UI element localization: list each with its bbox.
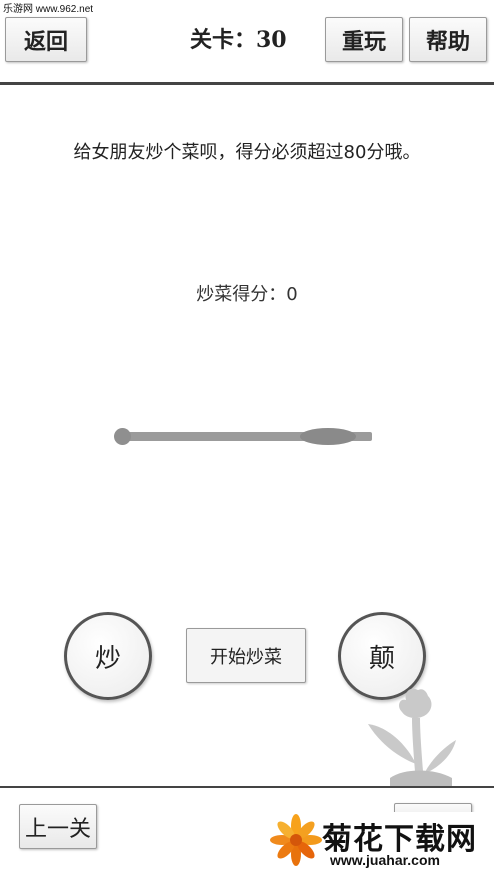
level-indicator: 关卡：30 <box>190 27 287 53</box>
replay-button[interactable]: 重玩 <box>325 17 403 62</box>
score-label: 炒菜得分： <box>196 284 287 305</box>
previous-level-button[interactable]: 上一关 <box>19 804 97 849</box>
site-watermark: 乐游网 www.962.net <box>3 4 94 15</box>
pan-food <box>300 428 356 445</box>
logo-url: www.juahar.com <box>330 852 440 868</box>
site-logo: 菊花下载网 www.juahar.com <box>270 812 494 871</box>
score-display: 炒菜得分：0 <box>0 280 494 306</box>
stir-button[interactable]: 炒 <box>64 612 152 700</box>
start-cooking-button[interactable]: 开始炒菜 <box>186 628 306 683</box>
flower-silhouette-icon <box>368 688 456 790</box>
header-divider <box>0 82 494 85</box>
pan-knob <box>114 428 131 445</box>
score-value: 0 <box>286 284 298 305</box>
level-instruction: 给女朋友炒个菜呗，得分必须超过80分哦。 <box>73 142 421 163</box>
help-button[interactable]: 帮助 <box>409 17 487 62</box>
chrysanthemum-logo-icon <box>270 814 322 866</box>
back-button[interactable]: 返回 <box>5 17 87 62</box>
